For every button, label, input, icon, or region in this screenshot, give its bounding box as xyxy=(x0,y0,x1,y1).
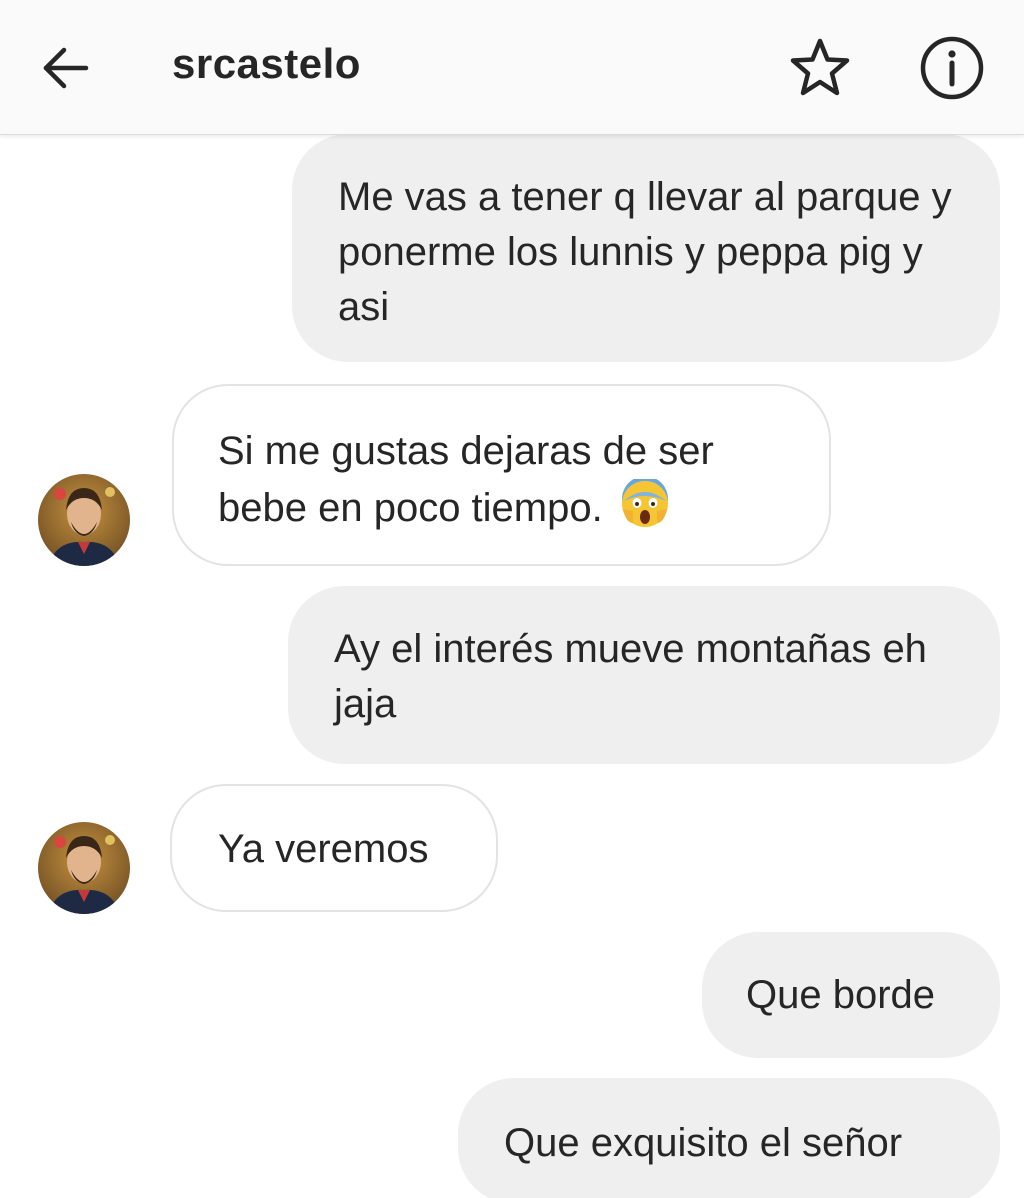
star-outline-icon xyxy=(790,38,850,96)
outgoing-message[interactable]: Que borde xyxy=(702,932,1000,1058)
message-text: Me vas a tener q llevar al parque y pone… xyxy=(338,175,952,329)
chat-username[interactable]: srcastelo xyxy=(172,40,361,88)
info-circle-icon xyxy=(920,36,984,100)
message-text: Que borde xyxy=(746,973,936,1017)
incoming-message[interactable]: Si me gustas dejaras de ser bebe en poco… xyxy=(172,384,831,566)
back-button[interactable] xyxy=(28,30,104,106)
avatar-image xyxy=(38,474,130,566)
avatar-image xyxy=(38,822,130,914)
message-text: Que exquisito el señor xyxy=(504,1121,903,1165)
message-text: Ay el interés mueve montañas eh jaja xyxy=(334,627,927,726)
outgoing-message[interactable]: Que exquisito el señor xyxy=(458,1078,1000,1198)
message-text: Ya veremos xyxy=(218,827,429,871)
info-button[interactable] xyxy=(914,30,990,106)
incoming-message[interactable]: Ya veremos xyxy=(170,784,498,912)
message-thread[interactable]: Me vas a tener q llevar al parque y pone… xyxy=(0,134,1024,1198)
avatar[interactable] xyxy=(38,822,130,914)
outgoing-message[interactable]: Me vas a tener q llevar al parque y pone… xyxy=(292,134,1000,362)
avatar[interactable] xyxy=(38,474,130,566)
favorite-button[interactable] xyxy=(782,30,858,106)
chat-header: srcastelo xyxy=(0,0,1024,135)
arrow-left-icon xyxy=(43,47,89,89)
face-screaming-in-fear-icon xyxy=(621,479,668,527)
outgoing-message[interactable]: Ay el interés mueve montañas eh jaja xyxy=(288,586,1000,764)
